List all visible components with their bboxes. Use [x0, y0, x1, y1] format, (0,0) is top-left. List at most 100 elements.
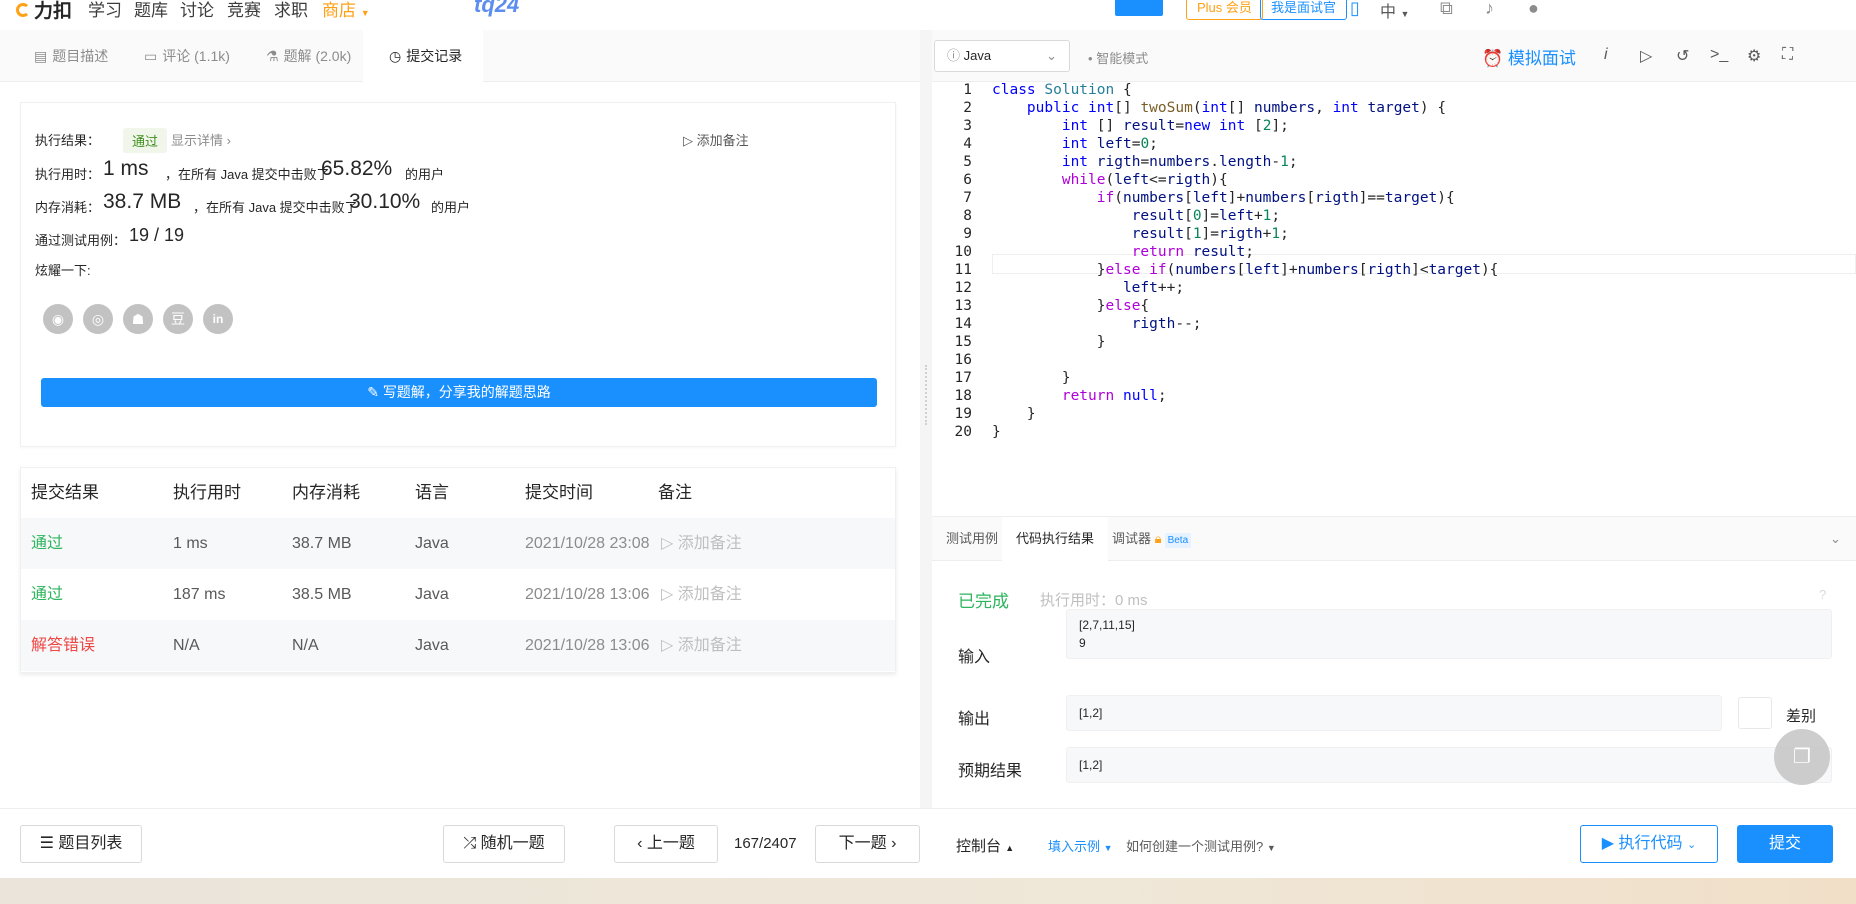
tests-value: 19 / 19 — [129, 225, 185, 245]
code-line[interactable]: int left=0; — [992, 136, 1158, 152]
row-status[interactable]: 通过 — [31, 518, 63, 569]
panel-resize-handle[interactable] — [925, 365, 928, 425]
row-status[interactable]: 解答错误 — [31, 620, 95, 671]
table-row[interactable]: 通过 1 ms 38.7 MB Java 2021/10/28 23:08 ▷ … — [21, 518, 895, 569]
code-line[interactable]: rigth--; — [992, 316, 1202, 332]
submission-panel: 执行结果： 通过 显示详情 › ▷ 添加备注 执行用时： 1 ms ，在所有 J… — [0, 82, 920, 808]
info-icon[interactable]: i — [1604, 46, 1608, 64]
how-to-create-testcase[interactable]: 如何创建一个测试用例? ▼ — [1126, 836, 1276, 855]
run-code-button[interactable]: ▶ 执行代码 ⌄ — [1580, 825, 1718, 863]
row-add-note[interactable]: ▷ 添加备注 — [661, 569, 742, 620]
code-line[interactable]: return null; — [992, 388, 1167, 404]
share-label: 炫耀一下: — [35, 263, 91, 278]
add-note-button[interactable]: ▷ 添加备注 — [683, 130, 749, 149]
row-add-note[interactable]: ▷ 添加备注 — [661, 518, 742, 569]
row-add-note[interactable]: ▷ 添加备注 — [661, 620, 742, 671]
caret-down-icon: ▼ — [1266, 843, 1276, 853]
line-number: 3 — [963, 118, 972, 134]
table-row[interactable]: 通过 187 ms 38.5 MB Java 2021/10/28 13:06 … — [21, 569, 895, 620]
table-row[interactable]: 解答错误 N/A N/A Java 2021/10/28 13:06 ▷ 添加备… — [21, 620, 895, 671]
tab-submissions[interactable]: ◷ 提交记录 — [363, 30, 483, 82]
bell-icon[interactable]: ♪ — [1485, 0, 1494, 19]
nav-store-label: 商店 — [322, 1, 356, 20]
code-line[interactable]: } — [992, 370, 1071, 386]
code-line[interactable]: } — [992, 334, 1106, 350]
code-line[interactable]: left++; — [992, 280, 1184, 296]
linkedin-icon[interactable]: in — [203, 304, 233, 334]
wechat-icon[interactable]: ◉ — [43, 304, 73, 334]
promo-banner[interactable] — [1115, 0, 1163, 16]
code-line[interactable]: while(left<=rigth){ — [992, 172, 1228, 188]
code-line[interactable]: result[0]=left+1; — [992, 208, 1280, 224]
code-line[interactable]: result[1]=rigth+1; — [992, 226, 1289, 242]
plus-member-button[interactable]: Plus 会员 — [1186, 0, 1263, 20]
code-line[interactable]: }else if(numbers[left]+numbers[rigth]<ta… — [992, 262, 1499, 278]
gear-icon[interactable]: ⚙ — [1747, 46, 1761, 66]
write-solution-button[interactable]: ✎ 写题解，分享我的解题思路 — [41, 378, 877, 407]
code-line[interactable]: }else{ — [992, 298, 1149, 314]
show-details-link[interactable]: 显示详情 › — [171, 130, 231, 149]
code-editor[interactable]: 1 2 3 4 5 6 7 8 9 10 11 12 13 14 15 16 17 18 19 20 class So… — [932, 82, 1856, 516]
input-label: 输入 — [958, 649, 991, 666]
problem-list-button[interactable]: ☰ 题目列表 — [20, 825, 142, 863]
dot-icon: • — [1088, 51, 1093, 66]
chevron-right-icon: › — [226, 133, 231, 148]
code-line[interactable] — [992, 352, 1001, 368]
code-line[interactable]: public int[] twoSum(int[] numbers, int t… — [992, 100, 1446, 116]
code-line[interactable]: } — [992, 406, 1036, 422]
nav-discuss[interactable]: 讨论 — [180, 0, 214, 21]
code-playground-icon[interactable]: ⧉ — [1440, 0, 1453, 19]
tab-testcase[interactable]: 测试用例 — [932, 517, 1012, 561]
nav-learn[interactable]: 学习 — [88, 0, 122, 21]
reset-icon[interactable]: ↺ — [1676, 46, 1689, 66]
code-line[interactable]: class Solution { — [992, 82, 1132, 98]
row-date: 2021/10/28 13:06 — [525, 586, 650, 603]
flag-icon: ▷ — [661, 535, 674, 552]
douban-icon[interactable]: 豆 — [163, 304, 193, 334]
bookmark-icon[interactable]: ❐ — [1774, 729, 1830, 785]
language-switch[interactable]: 中 ▼ — [1380, 0, 1409, 22]
next-problem-button[interactable]: 下一题 › — [815, 825, 920, 863]
help-icon[interactable]: ? — [1819, 587, 1826, 602]
code-line[interactable]: if(numbers[left]+numbers[rigth]==target)… — [992, 190, 1455, 206]
row-language: Java — [415, 535, 449, 552]
line-number: 10 — [954, 244, 972, 260]
fullscreen-icon[interactable]: ⛶ — [1782, 46, 1793, 64]
tab-debugger[interactable]: 调试器 🔒︎ Beta — [1098, 517, 1205, 561]
weibo-icon[interactable]: ◎ — [83, 304, 113, 334]
terminal-icon[interactable]: >_ — [1710, 46, 1728, 64]
submit-button[interactable]: 提交 — [1737, 825, 1833, 863]
random-problem-button[interactable]: ⤮ 随机一题 — [443, 825, 565, 863]
mock-interview-button[interactable]: ⏰ 模拟面试 — [1482, 44, 1576, 69]
avatar[interactable]: ● — [1528, 0, 1539, 19]
nav-jobs[interactable]: 求职 — [274, 0, 308, 21]
mobile-icon[interactable]: ▯ — [1350, 0, 1360, 19]
code-line[interactable]: } — [992, 424, 1001, 440]
nav-store[interactable]: 商店 ▼ — [322, 0, 370, 21]
prev-problem-button[interactable]: ‹ 上一题 — [614, 825, 718, 863]
leetcode-logo[interactable]: 力扣 — [16, 0, 72, 23]
ai-mode-toggle[interactable]: • 智能模式 — [1088, 48, 1148, 67]
nav-contest[interactable]: 竞赛 — [227, 0, 261, 21]
diff-checkbox[interactable] — [1738, 697, 1772, 729]
code-line[interactable]: int rigth=numbers.length-1; — [992, 154, 1298, 170]
code-line[interactable]: int [] result=new int [2]; — [992, 118, 1289, 134]
qq-icon[interactable]: ☗ — [123, 304, 153, 334]
collapse-chevron-icon[interactable]: ⌄ — [1816, 517, 1855, 561]
play-icon[interactable]: ▷ — [1640, 46, 1652, 66]
row-status[interactable]: 通过 — [31, 569, 63, 620]
line-number: 6 — [963, 172, 972, 188]
result-card: 执行结果： 通过 显示详情 › ▷ 添加备注 执行用时： 1 ms ，在所有 J… — [20, 102, 896, 447]
row-runtime: 187 ms — [173, 586, 226, 603]
nav-problems[interactable]: 题库 — [134, 0, 168, 21]
interviewer-button[interactable]: 我是面试官 — [1260, 0, 1348, 20]
tab-run-result[interactable]: 代码执行结果 — [1002, 517, 1109, 561]
line-number: 20 — [954, 424, 972, 440]
tq24-logo[interactable]: tq24 — [474, 0, 519, 18]
chevron-right-icon: › — [891, 835, 897, 852]
language-select[interactable]: ⓘ Java ⌄ — [934, 40, 1070, 72]
header-memory: 内存消耗 — [292, 483, 360, 502]
fill-example-link[interactable]: 填入示例 ▼ — [1048, 836, 1113, 855]
code-line[interactable]: return result; — [992, 244, 1254, 260]
console-toggle[interactable]: 控制台 ▲ — [956, 835, 1014, 856]
